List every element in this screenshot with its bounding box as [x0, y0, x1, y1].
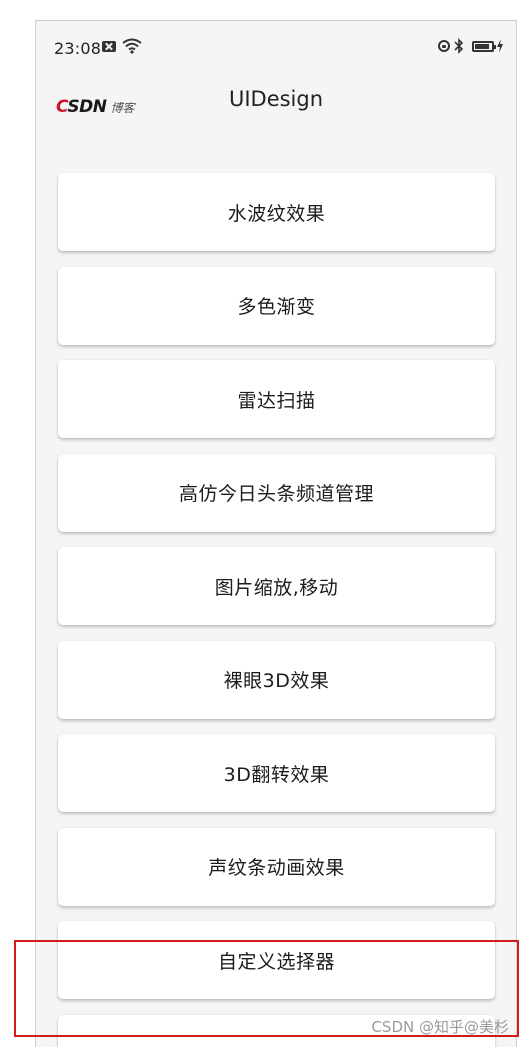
- ripple-effect-button[interactable]: 水波纹效果: [58, 173, 495, 251]
- battery-icon: [472, 41, 496, 52]
- demo-list: 水波纹效果 多色渐变 雷达扫描 高仿今日头条频道管理 图片缩放,移动 裸眼3D效…: [58, 173, 495, 1047]
- image-zoom-move-button[interactable]: 图片缩放,移动: [58, 547, 495, 625]
- watermark: CSDN @知乎@美杉: [371, 1018, 509, 1036]
- radar-scan-button[interactable]: 雷达扫描: [58, 360, 495, 438]
- voiceprint-animation-button[interactable]: 声纹条动画效果: [58, 827, 495, 906]
- app-title: UIDesign: [228, 87, 324, 111]
- multicolor-gradient-button[interactable]: 多色渐变: [58, 266, 495, 345]
- notification-icon: [102, 41, 116, 52]
- status-time: 23:08: [54, 39, 102, 58]
- app-bar: CSDN 博客 UIDesign: [36, 79, 516, 139]
- wifi-icon: [122, 38, 142, 54]
- lock-rotation-icon: [438, 40, 450, 52]
- 3d-flip-button[interactable]: 3D翻转效果: [58, 734, 495, 812]
- naked-eye-3d-button[interactable]: 裸眼3D效果: [58, 640, 495, 719]
- status-bar: 23:08: [36, 21, 516, 73]
- channel-management-button[interactable]: 高仿今日头条频道管理: [58, 453, 495, 532]
- custom-selector-button[interactable]: 自定义选择器: [58, 921, 495, 999]
- screenshot-page: 23:08 CSDN 博客 UIDesign 水波纹效果 多色渐变 雷达扫描 高…: [0, 0, 523, 1047]
- charging-icon: [497, 39, 503, 53]
- bluetooth-icon: [454, 38, 464, 54]
- phone-screen: 23:08 CSDN 博客 UIDesign 水波纹效果 多色渐变 雷达扫描 高…: [35, 20, 517, 1047]
